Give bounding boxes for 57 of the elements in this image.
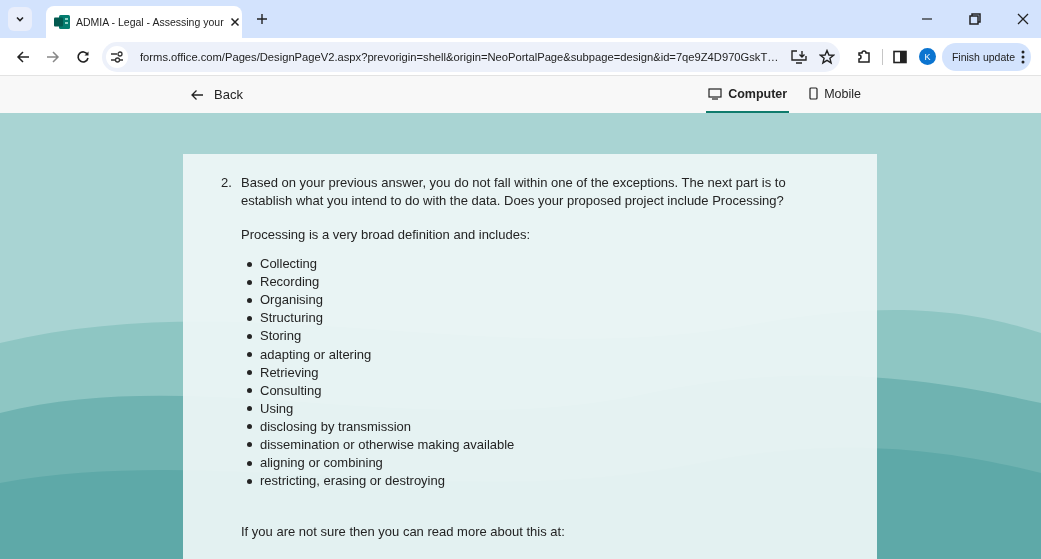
address-bar[interactable]: forms.office.com/Pages/DesignPageV2.aspx?prevorigin=shell&origin=NeoPortalPage&subpage=design&id=7qe9Z4D970GskT…	[102, 41, 840, 72]
bullet-icon	[247, 406, 252, 412]
monitor-icon	[708, 87, 723, 100]
list-item: Using	[260, 399, 294, 418]
forward-arrow-icon[interactable]	[46, 49, 60, 64]
list-item: restricting, erasing or destroying	[260, 472, 445, 491]
bullet-icon	[247, 370, 252, 376]
close-icon[interactable]	[229, 17, 240, 27]
browser-tab[interactable]: ADMIA - Legal - Assessing your	[46, 6, 242, 38]
install-app-icon[interactable]	[790, 49, 807, 64]
list-item: Organising	[260, 291, 323, 310]
bullet-icon	[247, 279, 252, 285]
back-arrow-icon[interactable]	[16, 49, 30, 64]
bullet-icon	[247, 333, 252, 339]
list-item: Structuring	[260, 309, 323, 328]
bullet-icon	[247, 297, 252, 303]
list-item: Retrieving	[260, 363, 319, 382]
bullet-icon	[247, 261, 252, 267]
site-settings-icon[interactable]	[106, 45, 128, 68]
phone-icon	[809, 87, 819, 100]
star-icon[interactable]	[818, 48, 835, 65]
footer-text: If you are not sure then you can read more about this at:	[241, 523, 566, 542]
list-item: adapting or altering	[260, 345, 372, 364]
side-panel-icon[interactable]	[892, 49, 907, 64]
forms-logo-icon	[54, 15, 70, 29]
list-item: Consulting	[260, 381, 322, 400]
tab-menu-button[interactable]	[8, 7, 32, 31]
restore-icon[interactable]	[969, 13, 981, 25]
intro-text: Processing is a very broad definition and includes:	[241, 226, 532, 244]
list-item: aligning or combining	[260, 454, 383, 473]
close-window-icon[interactable]	[1017, 13, 1029, 25]
mobile-view-tab[interactable]: Mobile	[807, 76, 863, 113]
question-number: 2.	[221, 174, 233, 192]
list-item: Storing	[260, 327, 302, 346]
bullet-icon	[247, 315, 252, 321]
url-text: forms.office.com/Pages/DesignPageV2.aspx?prevorigin=shell&origin=NeoPortalPage&subpage=design&id=7qe9Z4D970GskT…	[140, 50, 779, 63]
profile-avatar[interactable]: K	[918, 48, 936, 65]
list-item: Recording	[260, 273, 320, 292]
back-button[interactable]: Back	[190, 87, 243, 102]
bullet-icon	[247, 424, 252, 430]
extensions-icon[interactable]	[855, 48, 872, 65]
bullet-icon	[247, 352, 252, 357]
more-icon[interactable]	[1021, 49, 1025, 64]
list-item: disclosing by transmission	[260, 417, 411, 436]
finish-update-button[interactable]: Finish update	[941, 42, 1031, 71]
bullet-icon	[247, 388, 252, 394]
back-arrow-icon	[190, 88, 204, 101]
reload-icon[interactable]	[76, 49, 90, 64]
list-item: Collecting	[260, 255, 318, 274]
bullet-icon	[247, 442, 252, 448]
new-tab-icon[interactable]	[256, 13, 268, 25]
bullet-icon	[247, 478, 252, 484]
tab-title: ADMIA - Legal - Assessing your	[76, 16, 224, 28]
chevron-down-icon	[15, 14, 25, 24]
list-item: dissemination or otherwise making available	[260, 436, 515, 454]
bullet-icon	[247, 460, 252, 466]
question-text: Based on your previous answer, you do not fall within one of the exceptions. The next part is to establish what you intend to do with the data. Does your proposed project include Processing?	[241, 174, 787, 210]
